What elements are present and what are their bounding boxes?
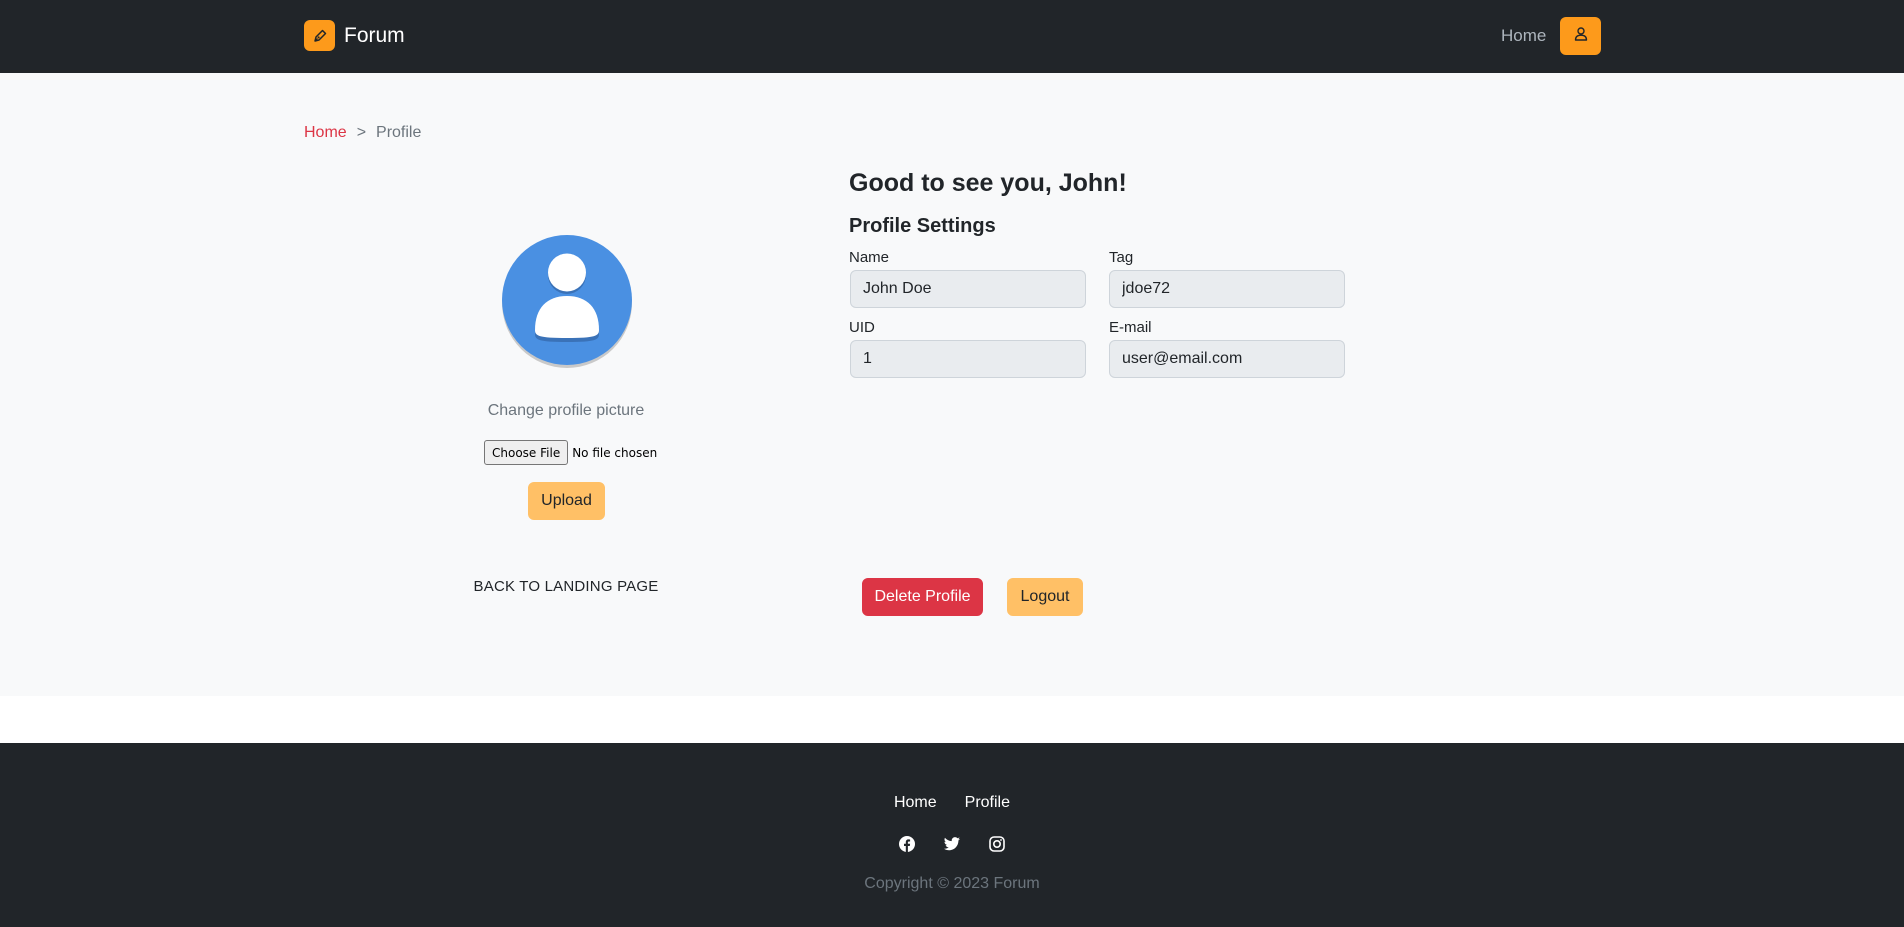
navbar: Forum Home — [0, 0, 1904, 73]
uid-field[interactable] — [850, 340, 1086, 378]
default-avatar-icon — [501, 234, 633, 369]
name-field[interactable] — [850, 270, 1086, 308]
footer-profile-link[interactable]: Profile — [965, 794, 1010, 812]
file-input: Choose File No file chosen — [484, 440, 657, 465]
brand-link[interactable]: Forum — [304, 20, 405, 51]
footer: Home Profile Copyright © 2023 Forum — [0, 743, 1904, 927]
facebook-icon[interactable] — [898, 835, 916, 853]
back-to-landing-link[interactable]: BACK TO LANDING PAGE — [474, 578, 659, 595]
email-field[interactable] — [1109, 340, 1345, 378]
footer-nav: Home Profile — [0, 794, 1904, 812]
breadcrumb-home-link[interactable]: Home — [304, 124, 347, 142]
tag-field[interactable] — [1109, 270, 1345, 308]
file-status: No file chosen — [572, 445, 658, 460]
name-label: Name — [849, 249, 890, 266]
breadcrumb: Home > Profile — [304, 124, 421, 142]
breadcrumb-current: Profile — [376, 124, 422, 141]
profile-page: Home > Profile Change profile picture Ch… — [0, 73, 1904, 696]
nav-home-link[interactable]: Home — [1501, 26, 1546, 46]
email-label: E-mail — [1109, 319, 1152, 336]
profile-settings-title: Profile Settings — [849, 215, 996, 237]
uid-label: UID — [849, 319, 875, 336]
copyright-text: Copyright © 2023 Forum — [864, 875, 1040, 892]
user-icon — [1573, 26, 1589, 47]
pen-icon — [304, 20, 335, 51]
twitter-icon[interactable] — [943, 835, 961, 853]
delete-profile-button[interactable]: Delete Profile — [862, 578, 983, 616]
change-picture-label: Change profile picture — [487, 402, 645, 419]
greeting-heading: Good to see you, John! — [849, 169, 1127, 197]
social-links — [0, 835, 1904, 853]
brand-name: Forum — [344, 23, 405, 47]
choose-file-button[interactable]: Choose File — [484, 440, 569, 465]
user-menu-button[interactable] — [1560, 17, 1601, 55]
footer-home-link[interactable]: Home — [894, 794, 937, 812]
breadcrumb-separator: > — [356, 124, 367, 141]
tag-label: Tag — [1109, 249, 1134, 266]
logout-button[interactable]: Logout — [1007, 578, 1083, 616]
upload-button[interactable]: Upload — [528, 482, 605, 520]
instagram-icon[interactable] — [988, 835, 1006, 853]
